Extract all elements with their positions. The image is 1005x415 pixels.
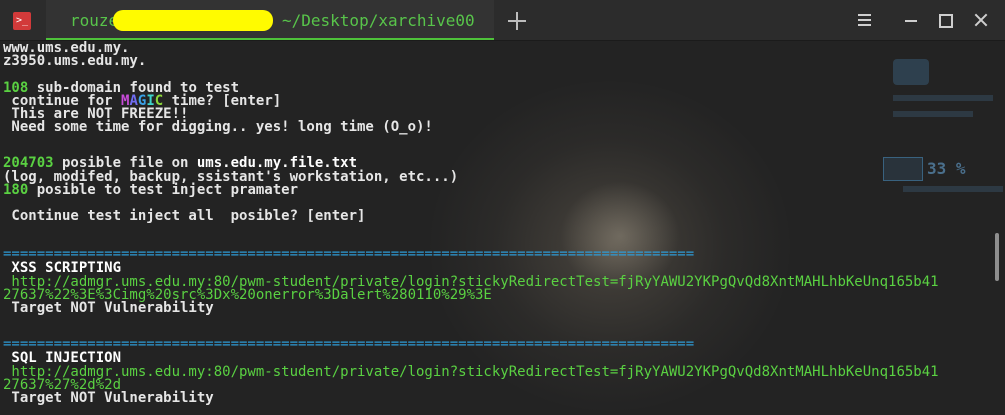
output-line: Need some time for digging.. yes! long t… (3, 119, 433, 135)
sql-result: Target NOT Vulnerability (3, 390, 214, 406)
output-text: posible to test inject pramater (28, 182, 299, 198)
output-line: 180 posible to test inject pramater (3, 183, 298, 197)
widget-percent: 33 % (927, 159, 966, 178)
hamburger-menu-icon[interactable] (856, 11, 874, 29)
tab-user-label: rouze (70, 11, 119, 30)
title-bar: >_ rouze ~/Desktop/xarchive00 (0, 0, 1005, 41)
separator-line: ========================================… (3, 246, 695, 262)
tab-path-label: ~/Desktop/xarchive00 (282, 11, 475, 30)
active-tab-indicator (46, 38, 494, 40)
terminal-window: >_ rouze ~/Desktop/xarchive00 33 % www.u… (0, 0, 1005, 415)
widget-bar (893, 111, 973, 117)
widget-cpu-icon (883, 157, 923, 181)
widget-bar (893, 95, 993, 101)
xss-result: Target NOT Vulnerability (3, 300, 214, 316)
maximize-icon[interactable] (936, 11, 954, 29)
widget-drive-icon (893, 59, 929, 85)
output-line: Continue test inject all posible? [enter… (3, 208, 366, 224)
output-line: 204703 posible file on ums.edu.my.file.t… (3, 156, 357, 170)
desktop-widget: 33 % (883, 41, 1005, 192)
widget-bar (903, 186, 1003, 192)
new-tab-plus-icon[interactable] (506, 10, 528, 32)
terminal-output[interactable]: 33 % www.ums.edu.my. z3950.ums.edu.my. 1… (0, 41, 1005, 415)
sql-test-url: http://admgr.ums.edu.my:80/pwm-student/p… (3, 364, 939, 380)
redaction-mark (113, 10, 273, 31)
param-count: 180 (3, 182, 29, 198)
minimize-icon[interactable] (902, 11, 920, 29)
close-icon[interactable] (972, 11, 990, 29)
xss-section-title: XSS SCRIPTING (3, 260, 122, 276)
output-line: z3950.ums.edu.my. (3, 53, 147, 69)
terminal-app-icon[interactable]: >_ (13, 12, 31, 30)
scrollbar-thumb[interactable] (995, 233, 999, 281)
separator-line: ========================================… (3, 336, 695, 352)
sql-section-title: SQL INJECTION (3, 350, 122, 366)
